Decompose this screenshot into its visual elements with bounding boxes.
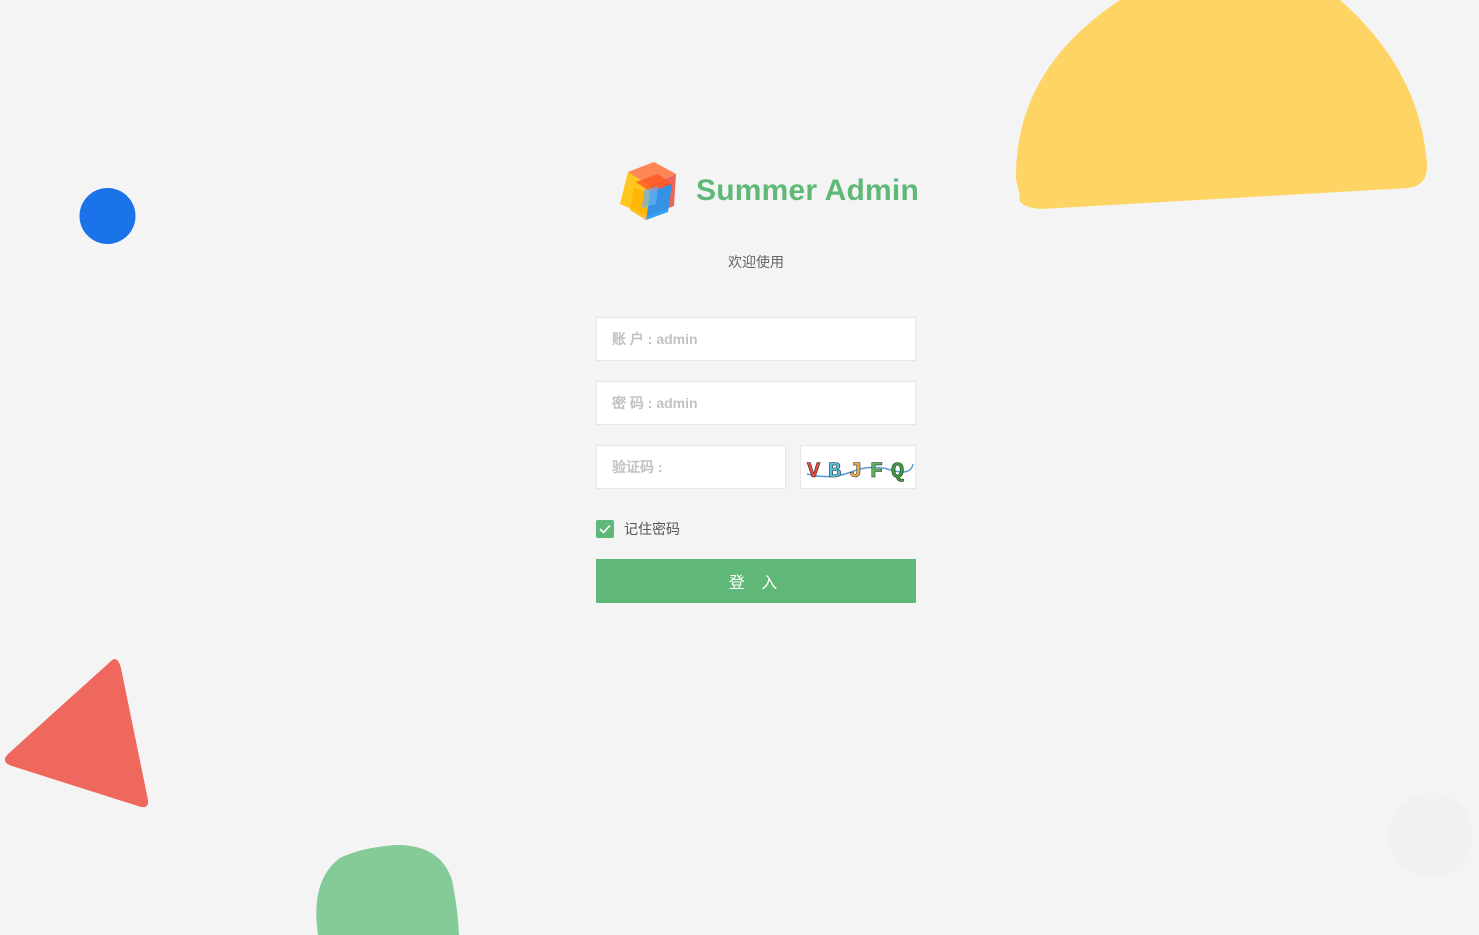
welcome-text: 欢迎使用: [728, 254, 784, 270]
captcha-char: F: [870, 459, 883, 484]
login-button[interactable]: 登 入: [596, 559, 916, 603]
cube-logo-icon: [620, 162, 676, 220]
login-page: Summer Admin 欢迎使用 V B J F Q: [0, 0, 1479, 935]
captcha-char: Q: [891, 459, 904, 484]
remember-password-label: 记住密码: [624, 521, 680, 537]
remember-password-toggle[interactable]: 记住密码: [596, 519, 916, 539]
login-form: Summer Admin 欢迎使用 V B J F Q: [596, 158, 919, 603]
brand-header: Summer Admin: [596, 158, 919, 224]
red-triangle-shape: [4, 659, 149, 808]
captcha-graphic: V B J F Q: [807, 459, 914, 484]
captcha-char: B: [828, 459, 841, 484]
check-icon[interactable]: [596, 520, 614, 538]
captcha-image[interactable]: V B J F Q: [800, 445, 916, 489]
captcha-char: J: [849, 459, 862, 484]
captcha-char: V: [807, 459, 821, 484]
blue-circle-shape: [79, 188, 136, 244]
captcha-row: V B J F Q: [596, 445, 916, 489]
green-blob-shape: [316, 844, 459, 935]
grey-circle-shape: [1389, 793, 1473, 877]
password-input[interactable]: [596, 381, 916, 425]
account-input[interactable]: [596, 317, 916, 361]
yellow-half-circle-shape: [1015, 0, 1428, 209]
app-title: Summer Admin: [696, 174, 919, 207]
captcha-input[interactable]: [596, 445, 786, 489]
